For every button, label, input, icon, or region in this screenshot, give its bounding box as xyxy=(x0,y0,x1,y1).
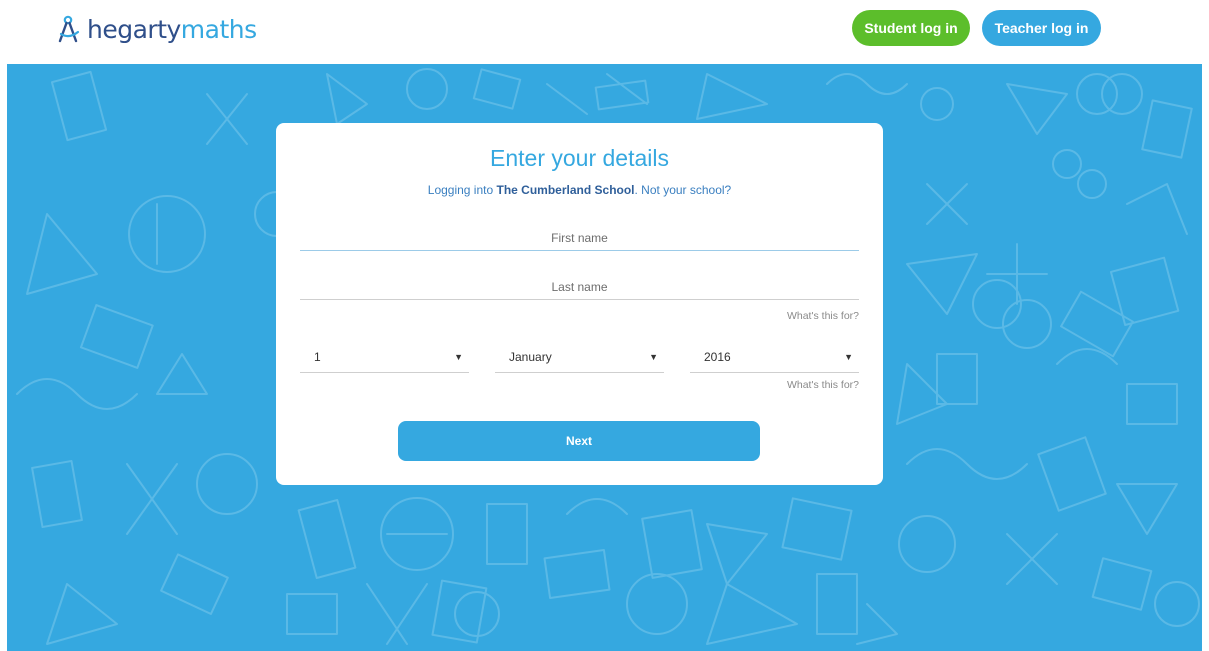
dob-day-value: 1 xyxy=(314,350,321,364)
page-title: Enter your details xyxy=(490,145,669,171)
not-your-school-link[interactable]: . Not your school? xyxy=(635,183,732,197)
dob-month-select[interactable]: January ▼ xyxy=(495,342,664,373)
student-login-button[interactable]: Student log in xyxy=(852,10,970,46)
teacher-login-button[interactable]: Teacher log in xyxy=(982,10,1101,46)
chevron-down-icon: ▼ xyxy=(844,352,853,362)
dob-year-select[interactable]: 2016 ▼ xyxy=(690,342,859,373)
logo-text-maths: maths xyxy=(180,15,257,44)
top-header: hegartymaths Student log in Teacher log … xyxy=(0,0,1209,64)
chevron-down-icon: ▼ xyxy=(454,352,463,362)
next-button[interactable]: Next xyxy=(398,421,760,461)
logo-wordmark: hegartymaths xyxy=(87,12,257,48)
logo-text-hegarty: hegarty xyxy=(87,15,181,44)
school-info: Logging into The Cumberland School. Not … xyxy=(276,183,883,197)
school-name: The Cumberland School xyxy=(496,183,635,197)
dob-year-value: 2016 xyxy=(704,350,731,364)
dob-day-select[interactable]: 1 ▼ xyxy=(300,342,469,373)
whats-this-for-link-name[interactable]: What's this for? xyxy=(787,310,859,322)
hegartymaths-logo[interactable]: hegartymaths xyxy=(57,12,257,48)
chevron-down-icon: ▼ xyxy=(649,352,658,362)
last-name-input[interactable] xyxy=(300,274,859,300)
dob-month-value: January xyxy=(509,350,552,364)
compass-icon xyxy=(58,15,80,43)
subtitle-prefix: Logging into xyxy=(427,183,497,197)
whats-this-for-link-dob[interactable]: What's this for? xyxy=(787,379,859,391)
first-name-input[interactable] xyxy=(300,225,859,251)
login-details-card: Enter your details Logging into The Cumb… xyxy=(276,123,883,485)
